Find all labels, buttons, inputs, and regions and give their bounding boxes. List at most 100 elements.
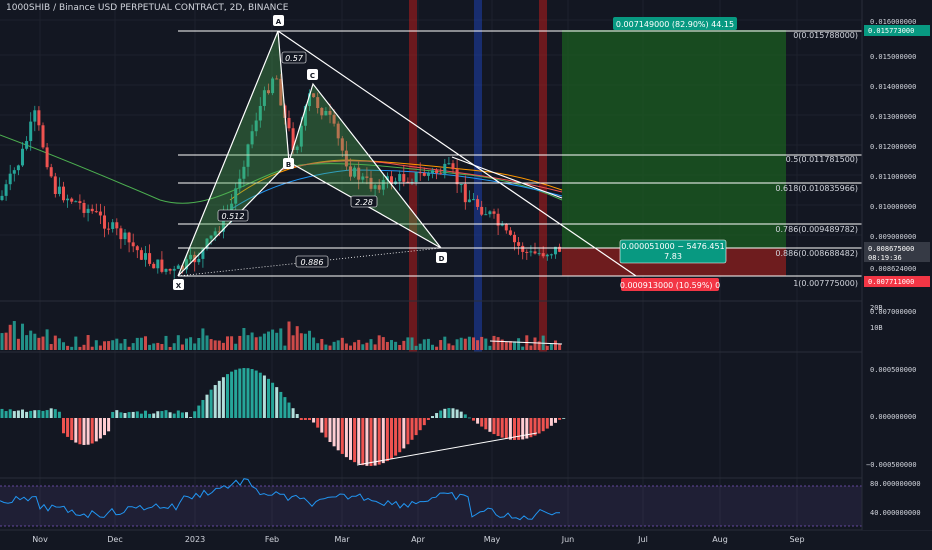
volume-bar [115, 338, 119, 350]
chart-background [0, 0, 932, 550]
volume-bar [254, 337, 258, 350]
macd-bar [123, 413, 127, 418]
time-tick-aug: Aug [712, 535, 728, 544]
point-c-label: C [310, 72, 315, 80]
candle-body [463, 184, 467, 203]
macd-bar [344, 418, 348, 458]
volume-bar [381, 337, 385, 350]
price-axis[interactable]: 0.016000000 0.015000000 0.014000000 0.01… [861, 0, 932, 530]
volume-bar [349, 345, 352, 350]
macd-bar [385, 418, 389, 462]
candle-body [135, 246, 139, 251]
macd-bar [402, 418, 406, 449]
macd-bar [176, 410, 180, 418]
candle-body [484, 214, 488, 216]
volume-bar [160, 344, 164, 350]
volume-bar [152, 343, 156, 350]
macd-bar [500, 418, 504, 438]
volume-bar [283, 345, 287, 350]
macd-bar [246, 368, 250, 418]
macd-bar [238, 368, 242, 418]
volume-bar [353, 342, 357, 350]
macd-bar [180, 412, 184, 418]
volume-bar [521, 346, 525, 350]
point-d-label: D [439, 255, 445, 263]
volume-bar [488, 345, 492, 350]
candle-body [152, 263, 156, 269]
candle-body [521, 245, 525, 252]
macd-tick-pos: 0.000500000 [870, 366, 916, 374]
candle-body [82, 203, 86, 213]
volume-bar [21, 323, 24, 350]
ratio-xd-label: 0.886 [301, 258, 324, 267]
macd-bar [254, 370, 258, 418]
volume-bar [90, 346, 94, 350]
macd-bar [353, 418, 357, 463]
macd-bar [66, 418, 70, 437]
fib-label-0: 0(0.015788000) [793, 31, 858, 40]
candle-body [426, 173, 430, 176]
fib-label-0-786: 0.786(0.009489782) [775, 225, 858, 234]
volume-bar [385, 341, 389, 350]
price-tick-4: 0.012000000 [870, 143, 916, 151]
volume-bar [267, 331, 270, 350]
candle-body [127, 232, 131, 243]
macd-bar [21, 409, 24, 418]
macd-bar [287, 402, 291, 418]
volume-bar [258, 336, 262, 350]
macd-bar [267, 378, 270, 418]
volume-bar [66, 345, 70, 350]
chart-title: 1000SHIB / Binance USD PERPETUAL CONTRAC… [6, 3, 289, 13]
candle-body [480, 206, 484, 215]
macd-bar [221, 377, 225, 418]
volume-bar [513, 341, 516, 350]
macd-bar [119, 412, 123, 418]
macd-bar [29, 410, 33, 418]
macd-bar [447, 408, 451, 418]
volume-bar [504, 341, 508, 350]
fib-label-1: 1(0.007775000) [793, 279, 858, 288]
candle-body [53, 176, 57, 194]
candle-body [0, 195, 4, 200]
candle-body [29, 121, 33, 142]
volume-bar [295, 326, 299, 350]
macd-bar [250, 369, 254, 418]
trading-chart[interactable]: X A B C D 0.57 0.512 2.28 0.886 0(0.0157… [0, 0, 932, 550]
candle-body [86, 208, 90, 213]
volume-bar [168, 346, 172, 350]
profit-zone[interactable] [562, 30, 786, 248]
time-tick-jul: Jul [637, 535, 648, 544]
volume-bar [312, 337, 316, 350]
price-tick-8: 0.008624000 [870, 265, 916, 273]
macd-bar [217, 380, 221, 418]
volume-bar [103, 341, 106, 350]
macd-bar [443, 408, 447, 418]
time-tick-mar: Mar [334, 535, 350, 544]
volume-bar [316, 343, 320, 350]
volume-bar [144, 336, 147, 350]
macd-bar [349, 418, 352, 460]
macd-bar [435, 413, 439, 418]
macd-bar [148, 413, 152, 418]
volume-bar [496, 337, 500, 350]
volume-bar [262, 333, 266, 350]
candle-body [139, 250, 143, 260]
candle-body [488, 211, 492, 215]
volume-bar [373, 344, 377, 350]
candle-body [402, 174, 406, 182]
volume-bar [193, 343, 197, 350]
volume-bar [197, 337, 201, 350]
candle-body [533, 251, 537, 254]
volume-bar [324, 344, 328, 350]
volume-bar [377, 335, 381, 350]
volume-bar [517, 338, 521, 350]
candle-body [197, 258, 201, 263]
volume-bar [82, 344, 86, 350]
volume-bar [549, 343, 553, 350]
macd-bar [12, 411, 16, 418]
volume-bar [45, 329, 49, 350]
price-tag-last-text: 0.008675000 [868, 245, 914, 253]
volume-bar [287, 321, 291, 350]
volume-bar [156, 342, 160, 350]
candle-body [455, 169, 459, 185]
